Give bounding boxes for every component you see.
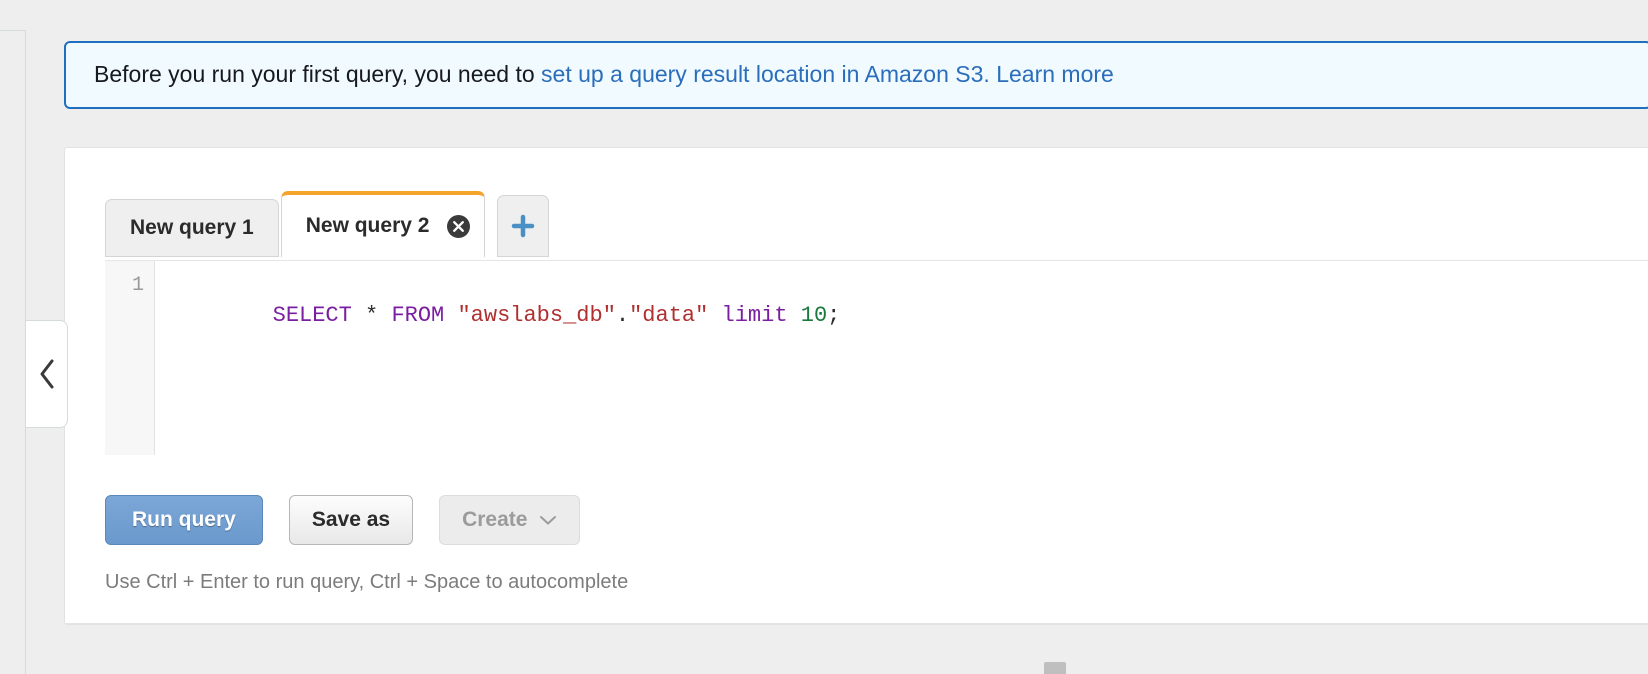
line-number: 1 (131, 274, 144, 297)
sql-token-space-1 (352, 303, 365, 328)
query-tab-new-query-2[interactable]: New query 2 (280, 191, 486, 257)
athena-query-editor-page: Before you run your first query, you nee… (0, 0, 1648, 674)
sql-token-space-4 (708, 303, 721, 328)
panel-bottom-divider (65, 623, 1648, 624)
query-tab-label: New query 2 (305, 214, 430, 237)
query-result-location-banner: Before you run your first query, you nee… (64, 41, 1648, 109)
sql-token-database: "awslabs_db" (457, 303, 616, 328)
collapsed-sidebar-rail (0, 30, 26, 674)
keyboard-shortcut-hint: Use Ctrl + Enter to run query, Ctrl + Sp… (105, 571, 629, 593)
editor-line-number-gutter: 1 (105, 261, 155, 455)
sql-token-from: FROM (391, 303, 445, 328)
sql-code-editor[interactable]: 1 SELECT * FROM "awslabs_db"."data" limi… (105, 260, 1648, 455)
setup-query-result-location-link[interactable]: set up a query result location in Amazon… (541, 61, 1114, 87)
editor-action-bar: Run query Save as Create (105, 495, 606, 545)
sql-token-space-5 (788, 303, 801, 328)
query-editor-panel: New query 1 New query 2 1 SELECT * FROM … (64, 147, 1648, 625)
add-query-tab-button[interactable] (497, 195, 550, 257)
sql-token-limit: limit (721, 303, 788, 328)
save-as-button[interactable]: Save as (288, 495, 414, 545)
sql-token-semicolon: ; (827, 303, 841, 328)
run-query-button-label: Run query (132, 508, 236, 531)
query-tab-label: New query 1 (130, 216, 254, 239)
sql-token-select: SELECT (272, 303, 352, 328)
chevron-left-icon (36, 357, 58, 391)
plus-icon (510, 213, 536, 239)
results-panel-resize-handle[interactable] (1044, 662, 1066, 674)
banner-message: Before you run your first query, you nee… (94, 61, 1114, 89)
query-tab-strip: New query 1 New query 2 (105, 191, 550, 257)
sql-token-dot: . (615, 303, 630, 328)
query-tab-new-query-1[interactable]: New query 1 (105, 199, 279, 257)
sql-token-star: * (365, 303, 379, 328)
banner-message-prefix: Before you run your first query, you nee… (94, 61, 542, 88)
run-query-button[interactable]: Run query (105, 495, 263, 545)
sql-token-limit-value: 10 (800, 303, 828, 328)
sidebar-collapse-toggle[interactable] (26, 320, 68, 428)
sql-token-space-3 (444, 303, 457, 328)
sql-code-content[interactable]: SELECT * FROM "awslabs_db"."data" limit … (155, 261, 1648, 455)
create-button-label: Create (462, 508, 528, 531)
chevron-down-icon (539, 508, 557, 532)
create-dropdown-button[interactable]: Create (439, 495, 581, 545)
sql-token-table: "data" (629, 303, 709, 328)
save-as-button-label: Save as (311, 508, 391, 531)
sql-token-space-2 (378, 303, 391, 328)
close-circle-icon[interactable] (447, 214, 471, 238)
